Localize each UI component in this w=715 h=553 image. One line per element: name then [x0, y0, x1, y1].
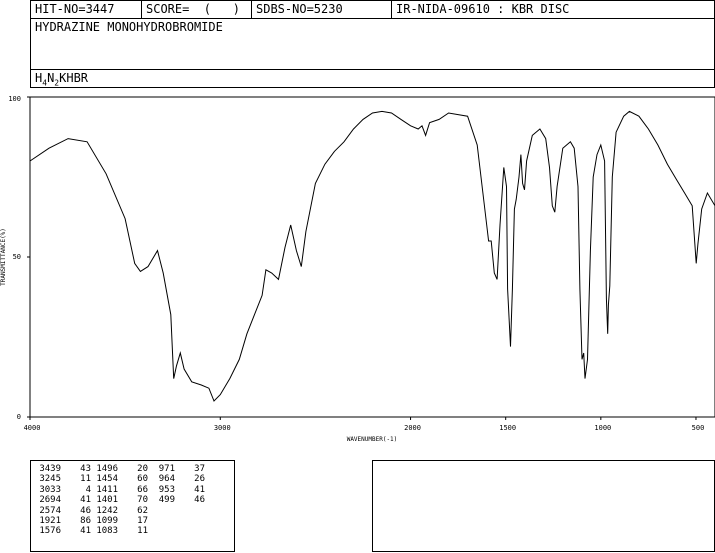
peak-table-cell: 62 [137, 505, 148, 516]
peak-table-column: 43 11 4 41 46 86 41 [64, 464, 91, 537]
ir-spectrum-chart: 0 50 100 4000 3000 2000 1500 1000 500 WAVENUMBE… [0, 95, 715, 443]
peak-table-cell: 953 [158, 484, 175, 495]
peak-table-cell: 4 [85, 484, 91, 495]
x-tick-label: 4000 [24, 424, 41, 432]
peak-table-cell: 66 [137, 484, 148, 495]
peak-table-column: 20 60 66 70 62 17 11 [121, 464, 148, 537]
peak-table-cell: 3439 [39, 464, 61, 474]
peak-table-cell: 1496 [96, 464, 118, 474]
peak-table-column: 1496 1454 1411 1401 1242 1099 1083 [94, 464, 118, 537]
peak-table-cell: 43 [80, 464, 91, 474]
peak-table-column: 971 964 953 499 [151, 464, 175, 537]
x-tick-label: 1000 [594, 424, 611, 432]
structure-box [372, 460, 715, 552]
peak-table-cell: 11 [80, 474, 91, 485]
peak-table-cell: 20 [137, 464, 148, 474]
y-tick-label: 50 [13, 253, 21, 261]
peak-table-cell: 86 [80, 515, 91, 526]
x-tick-label: 1500 [499, 424, 516, 432]
peak-table-cell: 499 [158, 495, 175, 506]
peak-table-cell: 70 [137, 495, 148, 506]
peak-table-cell: 37 [194, 464, 205, 474]
plot-frame [29, 96, 715, 418]
peak-table-cell: 1401 [96, 495, 118, 506]
peak-table-cell: 1921 [39, 515, 61, 526]
peak-table-cell: 2574 [39, 505, 61, 516]
spectrum-line [29, 110, 715, 402]
peak-table-cell: 1576 [39, 526, 61, 537]
y-tick-label: 0 [17, 413, 21, 421]
peak-table-cell: 41 [80, 495, 91, 506]
peak-table-cell [178, 516, 205, 526]
x-tick-label: 500 [692, 424, 705, 432]
peak-table-cell: 1083 [96, 526, 118, 537]
peak-table-cell: 26 [194, 474, 205, 485]
peak-table-cell: 1242 [96, 505, 118, 516]
x-axis-label: WAVENUMBER(-1) [347, 436, 398, 443]
peak-table-column: 37 26 41 46 [178, 464, 205, 537]
peak-table-cell: 1099 [96, 515, 118, 526]
peak-table-cell: 41 [80, 526, 91, 537]
x-tick-label: 2000 [404, 424, 421, 432]
peak-table-cell: 3245 [39, 474, 61, 485]
peak-table-cell [178, 526, 205, 536]
peak-table-cell: 11 [137, 526, 148, 537]
peak-table-cell: 17 [137, 515, 148, 526]
peak-table-cell [151, 526, 175, 536]
peak-table-cell: 971 [158, 464, 175, 474]
peak-table-cell: 41 [194, 484, 205, 495]
peak-table-cell: 1411 [96, 484, 118, 495]
peak-table-cell: 60 [137, 474, 148, 485]
y-axis-label: TRANSMITTANCE(%) [0, 228, 7, 286]
peak-table-cell: 2694 [39, 495, 61, 506]
y-tick-label: 100 [8, 95, 21, 103]
peak-table-cell: 46 [194, 495, 205, 506]
peak-table-cell: 964 [158, 474, 175, 485]
peak-table-column: 3439 3245 3033 2694 2574 1921 1576 [37, 464, 61, 537]
peak-table-cell [178, 506, 205, 516]
peak-table-cell: 3033 [39, 484, 61, 495]
x-tick-label: 3000 [214, 424, 231, 432]
peak-table-cell [151, 516, 175, 526]
peak-table-cell: 1454 [96, 474, 118, 485]
peak-table: 3439 3245 3033 2694 2574 1921 1576 43 11 4 41 46 86 4… [30, 460, 235, 552]
peak-table-cell: 46 [80, 505, 91, 516]
peak-table-cell [151, 506, 175, 516]
